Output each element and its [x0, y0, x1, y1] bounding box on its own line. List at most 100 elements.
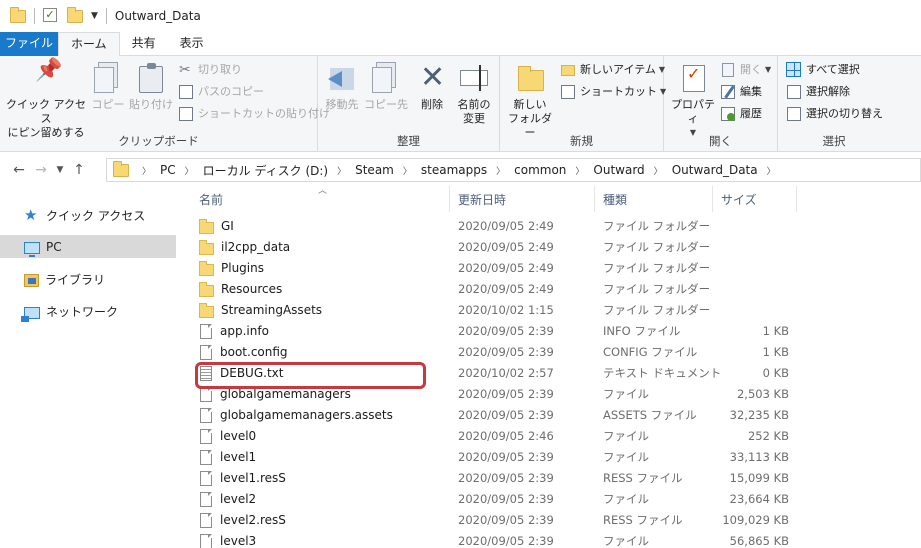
- delete-icon: ✕: [420, 60, 446, 95]
- nav-label: PC: [46, 239, 62, 254]
- crumb-separator-icon[interactable]: 〉: [654, 164, 663, 177]
- properties-button[interactable]: プロパティ ▼: [668, 62, 718, 140]
- history-icon: [720, 106, 736, 122]
- file-row[interactable]: StreamingAssets 2020/10/02 1:15 ファイル フォルダー: [191, 300, 797, 321]
- qat-dropdown-icon[interactable]: ▼: [91, 11, 98, 21]
- breadcrumb-pc[interactable]: PC: [160, 163, 176, 177]
- properties-check-icon[interactable]: ✓: [43, 8, 59, 24]
- folder-icon: [10, 7, 26, 24]
- tab-home[interactable]: ホーム: [58, 32, 120, 57]
- file-row[interactable]: level2 2020/09/05 2:39 ファイル 23,664 KB: [191, 489, 797, 510]
- crumb-separator-icon[interactable]: 〉: [403, 164, 412, 177]
- crumb-separator-icon[interactable]: 〉: [337, 164, 346, 177]
- select-all-button[interactable]: すべて選択: [786, 60, 860, 80]
- paste-shortcut-button[interactable]: ショートカットの貼り付け: [178, 104, 330, 124]
- file-row[interactable]: GI 2020/09/05 2:49 ファイル フォルダー: [191, 216, 797, 237]
- tab-file[interactable]: ファイル: [0, 32, 58, 56]
- breadcrumb-common[interactable]: common: [514, 163, 566, 177]
- rename-button[interactable]: 名前の 変更: [454, 62, 494, 126]
- file-row[interactable]: app.info 2020/09/05 2:39 INFO ファイル 1 KB: [191, 321, 797, 342]
- file-type: ファイル フォルダー: [603, 303, 711, 317]
- copy-to-button[interactable]: コピー先: [364, 62, 408, 112]
- breadcrumb-outward-data[interactable]: Outward_Data: [672, 163, 758, 177]
- file-name-cell: level1.resS: [199, 468, 286, 489]
- file-row[interactable]: level2.resS 2020/09/05 2:39 RESS ファイル 109,0…: [191, 510, 797, 531]
- crumb-separator-icon[interactable]: 〉: [185, 164, 194, 177]
- file-date: 2020/09/05 2:39: [458, 450, 554, 464]
- tab-view[interactable]: 表示: [168, 32, 216, 56]
- shortcut-button[interactable]: ショートカット ▼: [560, 82, 666, 102]
- file-row[interactable]: globalgamemanagers.assets 2020/09/05 2:39…: [191, 405, 797, 426]
- file-row[interactable]: Plugins 2020/09/05 2:49 ファイル フォルダー: [191, 258, 797, 279]
- file-name: level2: [220, 492, 257, 506]
- qat-separator: [105, 8, 107, 24]
- crumb-separator-icon[interactable]: 〉: [496, 164, 505, 177]
- file-icon: [200, 324, 212, 339]
- file-row[interactable]: level1 2020/09/05 2:39 ファイル 33,113 KB: [191, 447, 797, 468]
- paste-label: 貼り付け: [129, 98, 173, 111]
- paste-button[interactable]: 貼り付け: [128, 62, 174, 112]
- column-header-size[interactable]: サイズ: [713, 186, 797, 212]
- column-header-name[interactable]: 名前: [191, 186, 450, 212]
- open-button[interactable]: 開く ▼: [720, 60, 771, 80]
- new-item-label: 新しいアイテム: [580, 63, 656, 76]
- nav-item-network[interactable]: ネットワーク: [0, 300, 176, 323]
- file-row[interactable]: level3 2020/09/05 2:39 ファイル 56,865 KB: [191, 531, 797, 548]
- history-button[interactable]: 履歴: [720, 104, 762, 124]
- select-none-icon: [786, 84, 802, 100]
- organize-group: 移動先 コピー先 ✕ 削除 名前の 変更 整理: [318, 56, 500, 152]
- edit-button[interactable]: 編集: [720, 82, 762, 102]
- breadcrumb-outward[interactable]: Outward: [593, 163, 644, 177]
- nav-item-quick-access[interactable]: クイック アクセス: [0, 204, 176, 227]
- file-size: 33,113 KB: [729, 450, 789, 464]
- up-arrow-icon[interactable]: ↑: [68, 162, 90, 178]
- file-size: 32,235 KB: [729, 408, 789, 422]
- breadcrumb-steam[interactable]: Steam: [355, 163, 394, 177]
- file-row[interactable]: boot.config 2020/09/05 2:39 CONFIG ファイル 1 K…: [191, 342, 797, 363]
- organize-group-label: 整理: [397, 134, 420, 148]
- file-row[interactable]: level0 2020/09/05 2:46 ファイル 252 KB: [191, 426, 797, 447]
- breadcrumb-local-disk[interactable]: ローカル ディスク (D:): [203, 162, 328, 179]
- delete-button[interactable]: ✕ 削除: [414, 62, 450, 112]
- recent-locations-chevron-icon[interactable]: ▼: [52, 165, 68, 175]
- new-folder-icon[interactable]: [67, 7, 83, 24]
- select-none-label: 選択解除: [806, 85, 850, 98]
- copy-path-button[interactable]: パスのコピー: [178, 82, 264, 102]
- column-header-date[interactable]: 更新日時: [450, 186, 595, 212]
- chevron-down-icon: ▼: [765, 65, 772, 74]
- file-row[interactable]: level1.resS 2020/09/05 2:39 RESS ファイル 15,09…: [191, 468, 797, 489]
- nav-item-library[interactable]: ライブラリ: [0, 268, 176, 291]
- crumb-separator-icon[interactable]: 〉: [142, 164, 151, 177]
- file-type: ファイル フォルダー: [603, 282, 711, 296]
- new-folder-button[interactable]: 新しい フォルダー: [504, 62, 556, 140]
- file-name-cell: level2: [199, 489, 256, 510]
- file-date: 2020/09/05 2:49: [458, 261, 554, 275]
- file-row[interactable]: Resources 2020/09/05 2:49 ファイル フォルダー: [191, 279, 797, 300]
- breadcrumb-steamapps[interactable]: steamapps: [421, 163, 487, 177]
- shortcut-icon: [178, 106, 194, 122]
- move-to-button[interactable]: 移動先: [320, 62, 364, 112]
- open-icon: [720, 62, 736, 78]
- column-header-type[interactable]: 種類: [595, 186, 713, 212]
- select-none-button[interactable]: 選択解除: [786, 82, 850, 102]
- folder-icon: [199, 302, 214, 318]
- crumb-separator-icon[interactable]: 〉: [575, 164, 584, 177]
- back-arrow-icon[interactable]: ←: [8, 162, 30, 178]
- address-bar[interactable]: 〉 PC 〉 ローカル ディスク (D:) 〉 Steam 〉 steamapp…: [106, 158, 921, 182]
- file-name-cell: app.info: [199, 321, 269, 342]
- select-all-icon: [786, 62, 802, 78]
- file-row[interactable]: il2cpp_data 2020/09/05 2:49 ファイル フォルダー: [191, 237, 797, 258]
- tab-share[interactable]: 共有: [120, 32, 168, 56]
- file-size: 1 KB: [762, 324, 789, 338]
- new-item-button[interactable]: 新しいアイテム ▼: [560, 60, 665, 80]
- forward-arrow-icon[interactable]: →: [30, 162, 52, 178]
- nav-item-pc[interactable]: PC: [0, 235, 176, 258]
- crumb-separator-icon[interactable]: 〉: [767, 164, 776, 177]
- invert-selection-button[interactable]: 選択の切り替え: [786, 104, 883, 124]
- file-name-cell: StreamingAssets: [199, 300, 322, 321]
- file-size: 23,664 KB: [729, 492, 789, 506]
- cut-button[interactable]: 切り取り: [178, 60, 242, 80]
- copy-button[interactable]: コピー: [90, 62, 126, 112]
- folder-icon: [199, 260, 214, 276]
- pin-quick-access-button[interactable]: クイック アクセス にピン留めする: [4, 62, 88, 140]
